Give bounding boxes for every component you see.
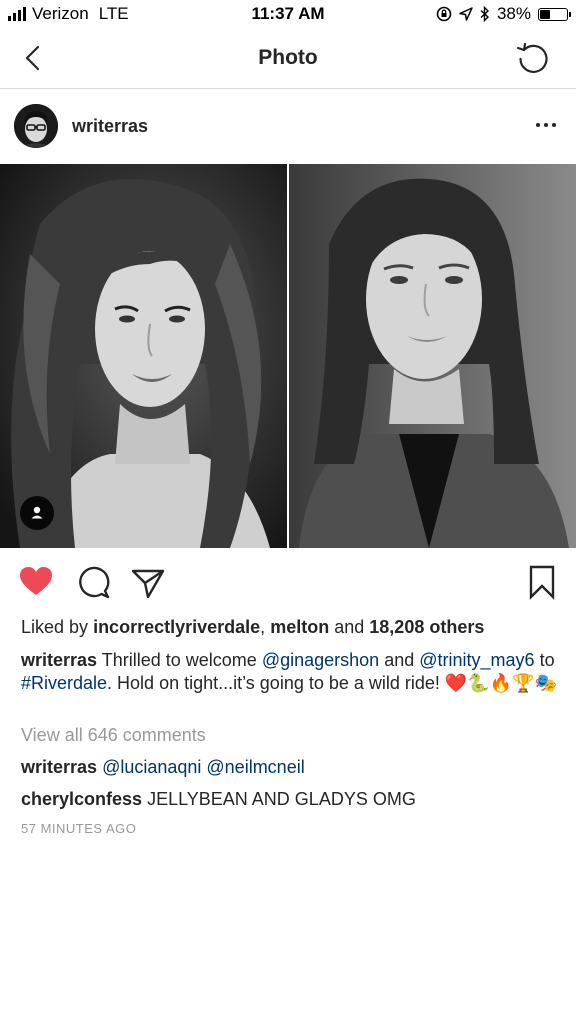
caption-emojis: ❤️🐍🔥🏆🎭 bbox=[444, 673, 557, 693]
location-icon bbox=[459, 7, 473, 21]
bookmark-icon[interactable] bbox=[524, 564, 560, 600]
comment-text: JELLYBEAN AND GLADYS OMG bbox=[147, 789, 416, 809]
post-caption: writerras Thrilled to welcome @ginagersh… bbox=[21, 649, 561, 695]
hashtag-link[interactable]: #Riverdale bbox=[21, 673, 107, 693]
post-username[interactable]: writerras bbox=[72, 116, 148, 137]
battery-percent: 38% bbox=[496, 4, 531, 23]
more-options-icon[interactable] bbox=[536, 123, 556, 127]
avatar[interactable] bbox=[14, 104, 58, 148]
post-timestamp: 57 MINUTES AGO bbox=[21, 821, 137, 836]
likes-count-link[interactable]: 18,208 others bbox=[369, 617, 484, 637]
comment-row: cherylconfess JELLYBEAN AND GLADYS OMG bbox=[21, 789, 416, 810]
page-title: Photo bbox=[258, 46, 318, 69]
comment-row: writerras @lucianaqni @neilmcneil bbox=[21, 757, 305, 778]
post-header: writerras bbox=[0, 90, 576, 164]
screen-lock-icon bbox=[436, 6, 452, 22]
likes-line: Liked by incorrectlyriverdale, melton an… bbox=[21, 617, 484, 638]
photo-right-portrait bbox=[289, 164, 576, 548]
avatar-image bbox=[14, 104, 58, 148]
user-tag-icon[interactable] bbox=[20, 496, 54, 530]
post-photo[interactable] bbox=[0, 164, 576, 548]
likes-separator: , bbox=[260, 617, 266, 637]
caption-text: to bbox=[539, 650, 555, 670]
nav-bar: Photo bbox=[0, 30, 576, 89]
likes-prefix: Liked by bbox=[21, 617, 89, 637]
comment-icon[interactable] bbox=[75, 564, 111, 600]
share-icon[interactable] bbox=[130, 564, 166, 600]
refresh-icon[interactable] bbox=[514, 40, 552, 78]
mention-link[interactable]: @trinity_may6 bbox=[419, 650, 534, 670]
likes-and: and bbox=[334, 617, 365, 637]
heart-icon[interactable] bbox=[18, 564, 54, 600]
comment-author[interactable]: cherylconfess bbox=[21, 789, 142, 809]
bluetooth-icon bbox=[480, 6, 489, 22]
post-actions bbox=[0, 560, 576, 610]
status-right: 38% bbox=[436, 4, 571, 24]
liker-link[interactable]: incorrectlyriverdale bbox=[93, 617, 260, 637]
status-bar: Verizon LTE 11:37 AM 38% bbox=[0, 0, 576, 30]
comment-author[interactable]: writerras bbox=[21, 757, 97, 777]
caption-text: and bbox=[384, 650, 415, 670]
liker-link[interactable]: melton bbox=[270, 617, 329, 637]
caption-text: . Hold on tight...it’s going to be a wil… bbox=[107, 673, 440, 693]
view-all-comments-link[interactable]: View all 646 comments bbox=[21, 725, 206, 746]
caption-text: Thrilled to welcome bbox=[101, 650, 257, 670]
photo-left-portrait bbox=[0, 164, 287, 548]
caption-author[interactable]: writerras bbox=[21, 650, 97, 670]
battery-icon bbox=[538, 7, 571, 21]
mention-link[interactable]: @ginagershon bbox=[262, 650, 379, 670]
comment-mentions[interactable]: @lucianaqni @neilmcneil bbox=[102, 757, 305, 777]
